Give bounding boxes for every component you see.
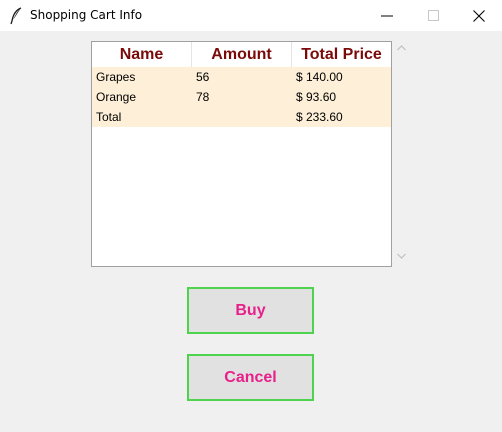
table-row[interactable]: Grapes 56 $ 140.00 [92, 67, 391, 87]
window-title: Shopping Cart Info [30, 8, 143, 22]
cell-total-price: $ 233.60 [296, 110, 343, 124]
minimize-icon [381, 15, 393, 17]
vertical-scrollbar[interactable] [393, 41, 410, 267]
scroll-up-icon[interactable] [397, 45, 406, 51]
cell-amount: 78 [196, 90, 210, 104]
close-icon [473, 10, 485, 22]
feather-icon [9, 7, 23, 25]
buy-button[interactable]: Buy [187, 287, 314, 334]
table-row-total[interactable]: Total $ 233.60 [92, 107, 391, 127]
column-header-name[interactable]: Name [92, 42, 192, 67]
maximize-icon [428, 10, 439, 21]
table-header: Name Amount Total Price [92, 42, 391, 67]
scroll-down-icon[interactable] [397, 253, 406, 259]
column-header-amount[interactable]: Amount [192, 42, 292, 67]
table-body: Grapes 56 $ 140.00 Orange 78 $ 93.60 Tot… [92, 67, 391, 127]
cell-amount: 56 [196, 70, 210, 84]
cart-table[interactable]: Name Amount Total Price Grapes 56 $ 140.… [91, 41, 392, 267]
cell-name: Orange [96, 90, 137, 104]
table-row[interactable]: Orange 78 $ 93.60 [92, 87, 391, 107]
cancel-button[interactable]: Cancel [187, 354, 314, 401]
title-bar: Shopping Cart Info [0, 0, 502, 31]
cell-total-price: $ 93.60 [296, 90, 337, 104]
column-header-total-price[interactable]: Total Price [292, 42, 391, 67]
minimize-button[interactable] [364, 0, 410, 31]
cell-name: Total [96, 110, 122, 124]
close-button[interactable] [456, 0, 502, 31]
maximize-button[interactable] [410, 0, 456, 31]
cell-name: Grapes [96, 70, 136, 84]
cell-total-price: $ 140.00 [296, 70, 343, 84]
